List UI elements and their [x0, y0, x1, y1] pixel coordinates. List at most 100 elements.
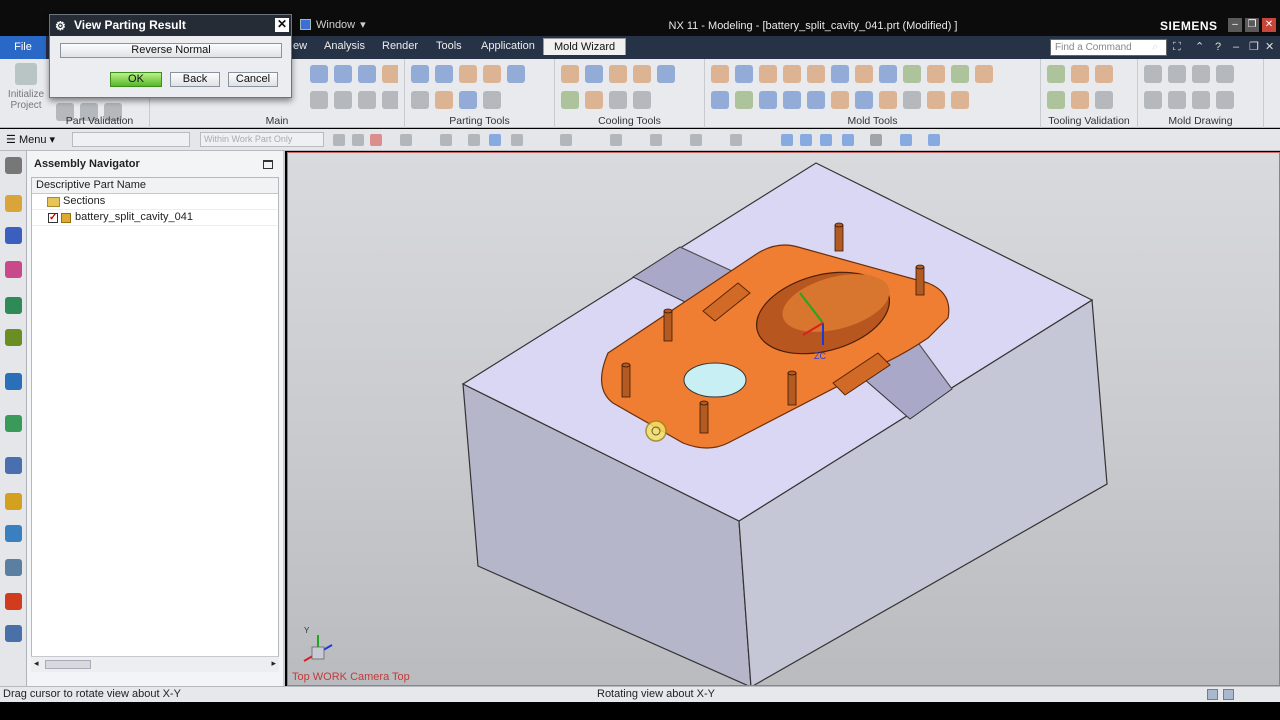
rotate-icon[interactable]: [820, 134, 832, 146]
web-browser-icon[interactable]: [5, 373, 22, 390]
folder-icon: [47, 197, 60, 207]
reverse-normal-button[interactable]: Reverse Normal: [60, 43, 282, 58]
tree-row-part[interactable]: ✓ battery_split_cavity_041: [32, 210, 278, 226]
point-icon[interactable]: [610, 134, 622, 146]
cross-icon[interactable]: [690, 134, 702, 146]
menu-button[interactable]: ☰ Menu ▾: [6, 133, 55, 146]
minimize-button[interactable]: –: [1228, 18, 1242, 32]
status-view-icon[interactable]: [1207, 689, 1218, 700]
part-navigator-icon[interactable]: [5, 261, 22, 278]
fit-view-icon[interactable]: [781, 134, 793, 146]
close-window-button[interactable]: ✕: [1262, 18, 1276, 32]
quick-toolbar: ☰ Menu ▾ Within Work Part Only: [0, 129, 1280, 151]
assembly-navigator-panel: Assembly Navigator Descriptive Part Name…: [27, 151, 285, 686]
shape-select-icon[interactable]: [468, 134, 480, 146]
group-label-tooling-validation: Tooling Validation: [1048, 115, 1130, 127]
status-bar: Drag cursor to rotate view about X-Y Rot…: [0, 686, 1280, 702]
scroll-right-icon[interactable]: ▸: [271, 658, 276, 669]
close-dialog-button[interactable]: ✕: [275, 18, 289, 32]
tab-view[interactable]: ew: [293, 40, 307, 52]
tab-mold-wizard[interactable]: Mold Wizard: [543, 38, 627, 55]
orient-view-icon[interactable]: [842, 134, 854, 146]
column-header-part-name[interactable]: Descriptive Part Name: [32, 178, 278, 194]
tab-tools[interactable]: Tools: [436, 40, 462, 52]
initialize-project-icon: [15, 63, 37, 85]
group-label-part-validation: Part Validation: [65, 115, 134, 127]
find-command-input[interactable]: Find a Command: [1050, 39, 1167, 56]
collapse-ribbon-icon[interactable]: ⌃: [1195, 41, 1207, 53]
constraint-navigator-icon[interactable]: [5, 227, 22, 244]
search-icon[interactable]: ⌕: [1152, 41, 1164, 53]
horizontal-scrollbar[interactable]: ◂ ▸: [31, 656, 279, 672]
selection-scope-dropdown[interactable]: Within Work Part Only: [200, 132, 324, 147]
render-style-icon[interactable]: [870, 134, 882, 146]
ok-button[interactable]: OK: [110, 72, 162, 87]
group-label-mold-tools: Mold Tools: [847, 115, 898, 127]
system-materials-icon[interactable]: [5, 493, 22, 510]
zc-label: ZC: [814, 351, 826, 361]
mold-wizard-icon[interactable]: [5, 593, 22, 610]
line-icon[interactable]: [560, 134, 572, 146]
through-hole: [683, 362, 747, 398]
screen-bottom: [0, 702, 1280, 720]
tree-row-label: battery_split_cavity_041: [75, 211, 194, 223]
scroll-left-icon[interactable]: ◂: [34, 658, 39, 669]
dialog-title-bar[interactable]: ⚙ View Parting Result ✕: [50, 15, 291, 36]
status-prompt: Drag cursor to rotate view about X-Y: [3, 688, 181, 700]
zoom-icon[interactable]: [800, 134, 812, 146]
doc-minimize-icon[interactable]: –: [1233, 41, 1245, 53]
back-button[interactable]: Back: [170, 72, 220, 87]
fullscreen-icon[interactable]: ⛶: [1173, 41, 1185, 53]
snap-icon[interactable]: [333, 134, 345, 146]
navigator-tree: Descriptive Part Name Sections ✓ battery…: [31, 177, 279, 672]
gear-icon[interactable]: ⚙: [55, 16, 66, 36]
graphics-window[interactable]: ZC Y Top WORK Camera Top: [287, 152, 1280, 686]
initialize-project-button[interactable]: Initialize Project: [4, 63, 48, 119]
filter-icon[interactable]: [352, 134, 364, 146]
solid-shading-icon[interactable]: [489, 134, 501, 146]
select-all-icon[interactable]: [370, 134, 382, 146]
type-filter-dropdown[interactable]: [72, 132, 190, 147]
layer-icon[interactable]: [928, 134, 940, 146]
mold-model: ZC Y: [303, 162, 1108, 685]
tab-application[interactable]: Application: [481, 40, 535, 52]
tab-render[interactable]: Render: [382, 40, 418, 52]
group-label-cooling-tools: Cooling Tools: [598, 115, 661, 127]
tree-row-label: Sections: [63, 195, 106, 207]
clock-icon[interactable]: [5, 457, 22, 474]
cancel-button[interactable]: Cancel: [228, 72, 278, 87]
snap-point-icon[interactable]: [511, 134, 523, 146]
chevron-down-icon: ▾: [49, 134, 56, 146]
visibility-checkbox[interactable]: ✓: [48, 213, 58, 223]
history-icon[interactable]: [5, 415, 22, 432]
help-icon[interactable]: ?: [1215, 41, 1227, 53]
tree-row-sections[interactable]: Sections: [32, 194, 278, 210]
status-message: Rotating view about X-Y: [597, 688, 716, 700]
hd3d-tools-icon[interactable]: [5, 329, 22, 346]
group-cooling-tools: Cooling Tools: [555, 59, 705, 128]
box-select-icon[interactable]: [440, 134, 452, 146]
reuse-library-icon[interactable]: [5, 297, 22, 314]
tab-analysis[interactable]: Analysis: [324, 40, 365, 52]
dialog-title: View Parting Result: [74, 18, 186, 32]
gear-icon[interactable]: [5, 157, 22, 174]
restore-button[interactable]: ❐: [1245, 18, 1259, 32]
process-studio-icon[interactable]: [5, 525, 22, 542]
roles-icon[interactable]: [5, 559, 22, 576]
deselect-icon[interactable]: [400, 134, 412, 146]
maximize-panel-icon[interactable]: [263, 160, 273, 169]
camera-label: Top WORK Camera Top: [292, 671, 410, 683]
view-cube-icon[interactable]: [900, 134, 912, 146]
file-tab[interactable]: File: [0, 36, 46, 59]
navigator-title: Assembly Navigator: [34, 158, 140, 170]
assembly-navigator-icon[interactable]: [5, 195, 22, 212]
view-triad: [303, 635, 333, 662]
arrow-icon[interactable]: [730, 134, 742, 146]
status-layout-icon[interactable]: [1223, 689, 1234, 700]
circle-icon[interactable]: [650, 134, 662, 146]
doc-close-icon[interactable]: ✕: [1265, 41, 1277, 53]
siemens-logo: SIEMENS: [1160, 19, 1218, 33]
doc-restore-icon[interactable]: ❐: [1249, 41, 1261, 53]
scrollbar-thumb[interactable]: [45, 660, 91, 669]
palette-icon[interactable]: [5, 625, 22, 642]
